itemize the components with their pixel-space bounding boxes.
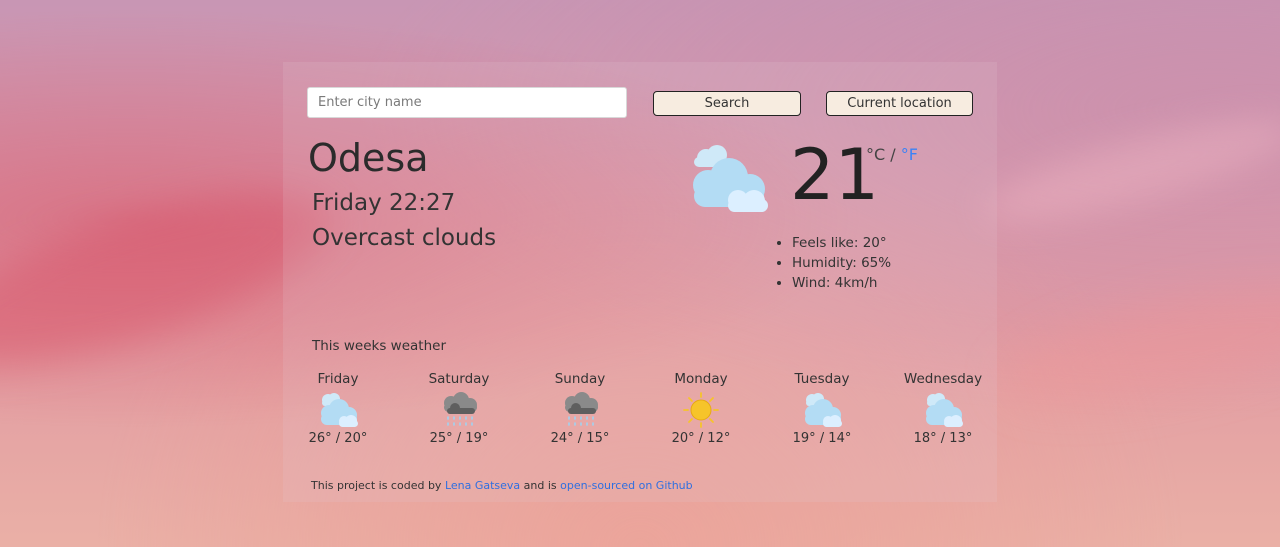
forecast-day-temps: 24° / 15° xyxy=(550,431,610,446)
forecast-day-name: Friday xyxy=(317,371,359,387)
humidity: Humidity: 65% xyxy=(792,253,891,273)
forecast-day: Wednesday 18° / 13° xyxy=(903,370,983,446)
cloudy-icon xyxy=(805,393,842,427)
unit-switch: °C / °F xyxy=(866,145,918,164)
forecast-day-temps: 18° / 13° xyxy=(913,431,973,446)
unit-celsius[interactable]: °C xyxy=(866,145,885,164)
unit-separator: / xyxy=(885,145,901,164)
forecast-day-name: Tuesday xyxy=(794,371,850,387)
rain-cloud-icon xyxy=(565,392,598,426)
unit-fahrenheit-link[interactable]: °F xyxy=(901,145,918,164)
rain-cloud-icon xyxy=(444,392,477,426)
current-location-button[interactable]: Current location xyxy=(826,91,973,116)
cloudy-icon xyxy=(321,393,358,427)
search-button[interactable]: Search xyxy=(653,91,801,116)
forecast-day: Sunday 24° / 15° xyxy=(540,370,620,446)
forecast-day-name: Monday xyxy=(674,371,728,387)
forecast-day-name: Sunday xyxy=(554,371,606,387)
forecast-day-name: Saturday xyxy=(428,371,490,387)
footer-middle: and is xyxy=(520,479,561,492)
footer: This project is coded by Lena Gatseva an… xyxy=(311,479,693,492)
cloudy-icon xyxy=(693,145,768,212)
cloudy-icon xyxy=(926,393,963,427)
footer-prefix: This project is coded by xyxy=(311,479,445,492)
forecast-day-name: Wednesday xyxy=(903,371,983,387)
weather-description: Overcast clouds xyxy=(312,225,497,251)
github-link[interactable]: open-sourced on Github xyxy=(560,479,692,492)
forecast-day: Tuesday 19° / 14° xyxy=(782,370,862,446)
forecast-day: Friday 26° / 20° xyxy=(298,370,378,446)
forecast-day: Saturday 25° / 19° xyxy=(419,370,499,446)
city-name: Odesa xyxy=(308,136,429,180)
sky-streak xyxy=(994,263,1280,427)
forecast-day-temps: 20° / 12° xyxy=(671,431,731,446)
forecast-day-temps: 26° / 20° xyxy=(308,431,368,446)
week-forecast: Friday 26° / 20° Saturday 25° / 19° Sund… xyxy=(298,370,1028,450)
forecast-day-temps: 25° / 19° xyxy=(429,431,489,446)
forecast-day: Monday 20° / 12° xyxy=(661,370,741,446)
city-search-input[interactable] xyxy=(307,87,627,118)
week-forecast-title: This weeks weather xyxy=(312,338,446,354)
forecast-day-temps: 19° / 14° xyxy=(792,431,852,446)
sun-icon xyxy=(683,392,719,428)
feels-like: Feels like: 20° xyxy=(792,233,891,253)
author-link[interactable]: Lena Gatseva xyxy=(445,479,520,492)
wind: Wind: 4km/h xyxy=(792,273,891,293)
current-datetime: Friday 22:27 xyxy=(312,190,456,216)
sky-streak xyxy=(977,99,1280,241)
weather-details-list: Feels like: 20° Humidity: 65% Wind: 4km/… xyxy=(776,233,891,293)
